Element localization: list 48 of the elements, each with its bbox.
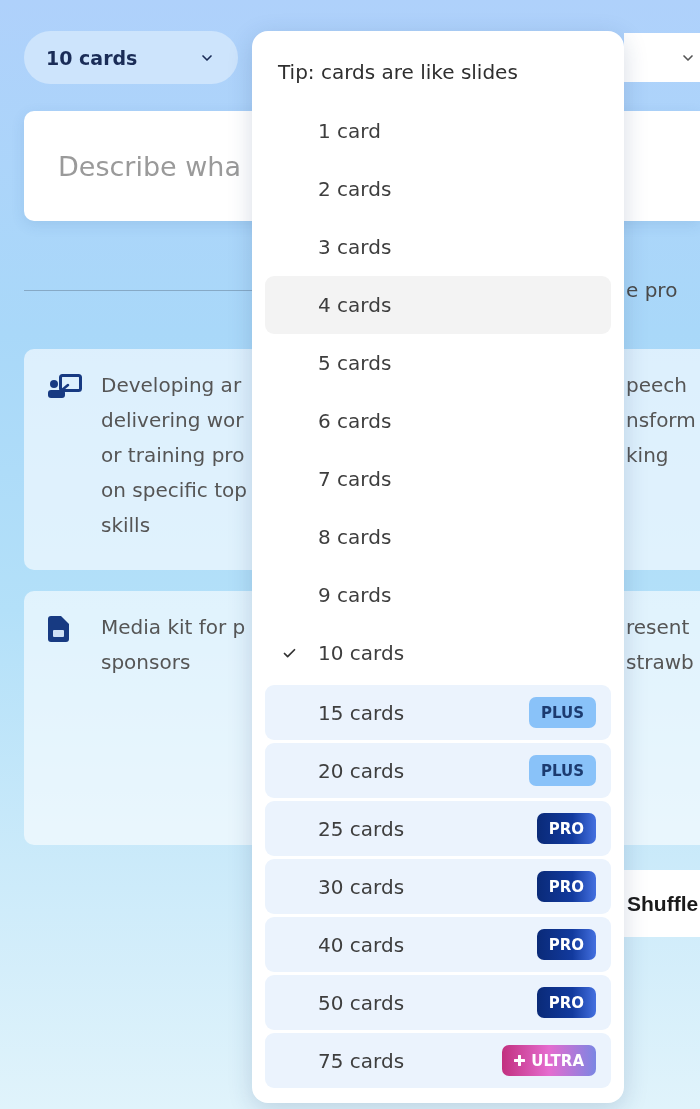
- card-count-option[interactable]: 30 cards PRO: [265, 859, 611, 914]
- plan-badge: PRO: [536, 813, 596, 844]
- prompt-text: Developing ar: [101, 372, 242, 399]
- section-label: e pro: [626, 278, 678, 302]
- dropdown-select[interactable]: [624, 33, 700, 82]
- prompt-text: delivering wor: [101, 407, 244, 434]
- prompt-text: or training pro: [101, 442, 245, 469]
- prompt-text: peech: [626, 372, 687, 399]
- example-prompt-card[interactable]: Developing ar delivering wor or training pro on specific top skills: [24, 349, 252, 570]
- card-count-select[interactable]: 10 cards: [24, 31, 238, 84]
- prompt-text: on specific top: [101, 477, 247, 504]
- card-count-option[interactable]: 7 cards: [265, 450, 611, 508]
- card-count-option[interactable]: 4 cards: [265, 276, 611, 334]
- plan-badge: PRO: [536, 871, 596, 902]
- plan-badge: PRO: [536, 929, 596, 960]
- shuffle-button[interactable]: Shuffle: [624, 870, 700, 937]
- card-count-option[interactable]: 15 cards PLUS: [265, 685, 611, 740]
- card-count-option[interactable]: 8 cards: [265, 508, 611, 566]
- card-count-option[interactable]: 3 cards: [265, 218, 611, 276]
- card-count-option[interactable]: 9 cards: [265, 566, 611, 624]
- document-icon: [48, 616, 69, 642]
- card-count-option[interactable]: 10 cards: [265, 624, 611, 682]
- prompt-text: Media kit for p: [101, 614, 246, 641]
- example-prompt-card[interactable]: resent strawb: [624, 591, 700, 845]
- card-count-option[interactable]: 2 cards: [265, 160, 611, 218]
- plan-badge: PLUS: [529, 697, 596, 728]
- example-prompt-card[interactable]: peech nsform king: [624, 349, 700, 570]
- plan-badge: PRO: [536, 987, 596, 1018]
- prompt-text: sponsors: [101, 649, 191, 676]
- prompt-text: nsform: [626, 407, 696, 434]
- card-count-option[interactable]: 1 card: [265, 102, 611, 160]
- card-count-option[interactable]: 75 cards ULTRA: [265, 1033, 611, 1088]
- plus-icon: [514, 1055, 526, 1066]
- card-count-option[interactable]: 25 cards PRO: [265, 801, 611, 856]
- card-count-option[interactable]: 50 cards PRO: [265, 975, 611, 1030]
- card-count-option[interactable]: 40 cards PRO: [265, 917, 611, 972]
- example-prompt-card[interactable]: Media kit for p sponsors: [24, 591, 252, 845]
- card-count-option[interactable]: 6 cards: [265, 392, 611, 450]
- prompt-text: strawb: [626, 649, 694, 676]
- plan-badge: ULTRA: [502, 1045, 596, 1076]
- prompt-text: resent: [626, 614, 690, 641]
- tip-text: Tip: cards are like slides: [277, 59, 519, 86]
- presentation-icon: [48, 374, 82, 398]
- prompt-text: skills: [101, 512, 151, 539]
- plan-badge: PLUS: [529, 755, 596, 786]
- card-count-option[interactable]: 5 cards: [265, 334, 611, 392]
- prompt-text: king: [626, 442, 669, 469]
- card-count-option[interactable]: 20 cards PLUS: [265, 743, 611, 798]
